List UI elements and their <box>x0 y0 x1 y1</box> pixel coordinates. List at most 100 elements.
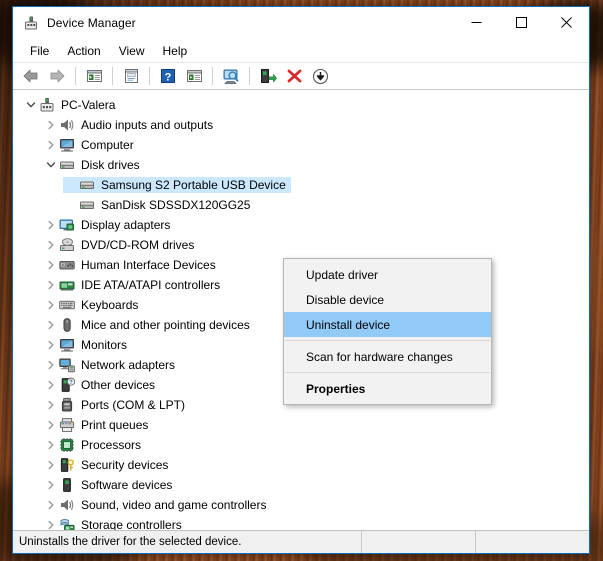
tree-node-software-devices[interactable]: Software devices <box>13 475 589 495</box>
properties-icon[interactable] <box>119 65 143 88</box>
toolbar: ? <box>13 63 589 90</box>
tree-node-display-adapters[interactable]: Display adapters <box>13 215 589 235</box>
toolbar-separator-4 <box>212 67 213 85</box>
chevron-down-icon[interactable] <box>23 97 39 113</box>
tree-node-label: SanDisk SDSSDX120GG25 <box>101 198 251 212</box>
help-icon[interactable]: ? <box>156 65 180 88</box>
chevron-right-icon[interactable] <box>43 337 59 353</box>
tree-node-sandisk-sdssdx120gg25[interactable]: SanDisk SDSSDX120GG25 <box>13 195 589 215</box>
chevron-right-icon[interactable] <box>43 297 59 313</box>
tree-node-storage-controllers[interactable]: Storage controllers <box>13 515 589 530</box>
printer-icon <box>59 417 75 433</box>
tree-node-hitarea[interactable]: Monitors <box>43 337 132 353</box>
tree-node-hitarea[interactable]: Storage controllers <box>43 517 187 530</box>
chevron-right-icon[interactable] <box>43 457 59 473</box>
show-hide-action-pane-icon[interactable] <box>182 65 206 88</box>
tree-node-hitarea[interactable]: PC-Valera <box>23 97 120 113</box>
close-button[interactable] <box>544 7 589 38</box>
tree-node-hitarea[interactable]: Keyboards <box>43 297 143 313</box>
chevron-right-icon[interactable] <box>43 497 59 513</box>
chevron-right-icon[interactable] <box>43 397 59 413</box>
tree-node-label: IDE ATA/ATAPI controllers <box>81 278 221 292</box>
window-title: Device Manager <box>47 16 136 30</box>
uninstall-device-icon[interactable] <box>282 65 306 88</box>
ide-controller-icon <box>59 277 75 293</box>
toolbar-separator-2 <box>112 67 113 85</box>
minimize-button[interactable] <box>454 7 499 38</box>
tree-node-hitarea[interactable]: Print queues <box>43 417 153 433</box>
svg-text:?: ? <box>165 71 172 83</box>
svg-text:?: ? <box>69 380 73 386</box>
tree-node-label: Keyboards <box>81 298 139 312</box>
tree-node-hitarea[interactable]: Mice and other pointing devices <box>43 317 255 333</box>
tree-node-pc-valera[interactable]: PC-Valera <box>13 95 589 115</box>
chevron-right-icon[interactable] <box>43 277 59 293</box>
client-area: PC-Valera Audio inputs and outputs Compute… <box>13 90 589 530</box>
tree-node-hitarea[interactable]: Security devices <box>43 457 173 473</box>
tree-node-sound-video-and-game-controllers[interactable]: Sound, video and game controllers <box>13 495 589 515</box>
chevron-right-icon[interactable] <box>43 217 59 233</box>
tree-node-hitarea[interactable]: Samsung S2 Portable USB Device <box>63 177 291 193</box>
chevron-right-icon[interactable] <box>43 437 59 453</box>
disk-drive-icon <box>79 197 95 213</box>
tree-node-samsung-s2-portable-usb-device[interactable]: Samsung S2 Portable USB Device <box>13 175 589 195</box>
tree-node-hitarea[interactable]: Processors <box>43 437 146 453</box>
tree-node-computer[interactable]: Computer <box>13 135 589 155</box>
chevron-right-icon[interactable] <box>43 137 59 153</box>
tree-node-hitarea[interactable]: Human Interface Devices <box>43 257 221 273</box>
menu-view[interactable]: View <box>110 42 154 60</box>
tree-node-hitarea[interactable]: IDE ATA/ATAPI controllers <box>43 277 225 293</box>
tree-node-hitarea[interactable]: SanDisk SDSSDX120GG25 <box>63 197 255 213</box>
tree-node-label: Samsung S2 Portable USB Device <box>101 178 286 192</box>
menu-action[interactable]: Action <box>58 42 109 60</box>
tree-node-hitarea[interactable]: Network adapters <box>43 357 180 373</box>
chevron-right-icon[interactable] <box>43 377 59 393</box>
chevron-right-icon[interactable] <box>43 357 59 373</box>
processor-icon <box>59 437 75 453</box>
tree-node-disk-drives[interactable]: Disk drives <box>13 155 589 175</box>
tree-node-hitarea[interactable]: Computer <box>43 137 139 153</box>
tree-node-hitarea[interactable]: Ports (COM & LPT) <box>43 397 190 413</box>
chevron-right-icon[interactable] <box>43 477 59 493</box>
tree-node-hitarea[interactable]: Sound, video and game controllers <box>43 497 271 513</box>
chevron-right-icon[interactable] <box>43 517 59 530</box>
device-manager-icon <box>23 15 39 31</box>
tree-node-hitarea[interactable]: DVD/CD-ROM drives <box>43 237 199 253</box>
chevron-right-icon[interactable] <box>43 317 59 333</box>
ctx-update-driver[interactable]: Update driver <box>284 262 491 287</box>
port-icon <box>59 397 75 413</box>
update-driver-icon[interactable] <box>256 65 280 88</box>
tree-node-security-devices[interactable]: Security devices <box>13 455 589 475</box>
forward-icon[interactable] <box>45 65 69 88</box>
tree-node-hitarea[interactable]: Display adapters <box>43 217 175 233</box>
menu-file[interactable]: File <box>21 42 58 60</box>
tree-node-hitarea[interactable]: Software devices <box>43 477 177 493</box>
display-adapter-icon <box>59 217 75 233</box>
ctx-disable-device[interactable]: Disable device <box>284 287 491 312</box>
chevron-right-icon[interactable] <box>43 117 59 133</box>
tree-node-audio-inputs-and-outputs[interactable]: Audio inputs and outputs <box>13 115 589 135</box>
chevron-right-icon[interactable] <box>43 257 59 273</box>
ctx-properties[interactable]: Properties <box>284 376 491 401</box>
tree-node-print-queues[interactable]: Print queues <box>13 415 589 435</box>
chevron-right-icon[interactable] <box>43 237 59 253</box>
tree-node-label: DVD/CD-ROM drives <box>81 238 195 252</box>
tree-node-hitarea[interactable]: Audio inputs and outputs <box>43 117 218 133</box>
tree-node-processors[interactable]: Processors <box>13 435 589 455</box>
chevron-down-icon[interactable] <box>43 157 59 173</box>
tree-node-hitarea[interactable]: ? Other devices <box>43 377 160 393</box>
tree-node-hitarea[interactable]: Disk drives <box>43 157 145 173</box>
disable-device-icon[interactable] <box>308 65 332 88</box>
status-pane-2 <box>362 531 475 553</box>
speaker-icon <box>59 497 75 513</box>
ctx-scan-for-hardware-changes[interactable]: Scan for hardware changes <box>284 344 491 369</box>
show-hide-console-tree-icon[interactable] <box>82 65 106 88</box>
back-icon[interactable] <box>19 65 43 88</box>
maximize-button[interactable] <box>499 7 544 38</box>
tree-node-dvd-cd-rom-drives[interactable]: DVD/CD-ROM drives <box>13 235 589 255</box>
menu-help[interactable]: Help <box>154 42 197 60</box>
chevron-right-icon[interactable] <box>43 417 59 433</box>
ctx-uninstall-device[interactable]: Uninstall device <box>284 312 491 337</box>
tree-node-label: Audio inputs and outputs <box>81 118 214 132</box>
scan-for-hardware-changes-icon[interactable] <box>219 65 243 88</box>
